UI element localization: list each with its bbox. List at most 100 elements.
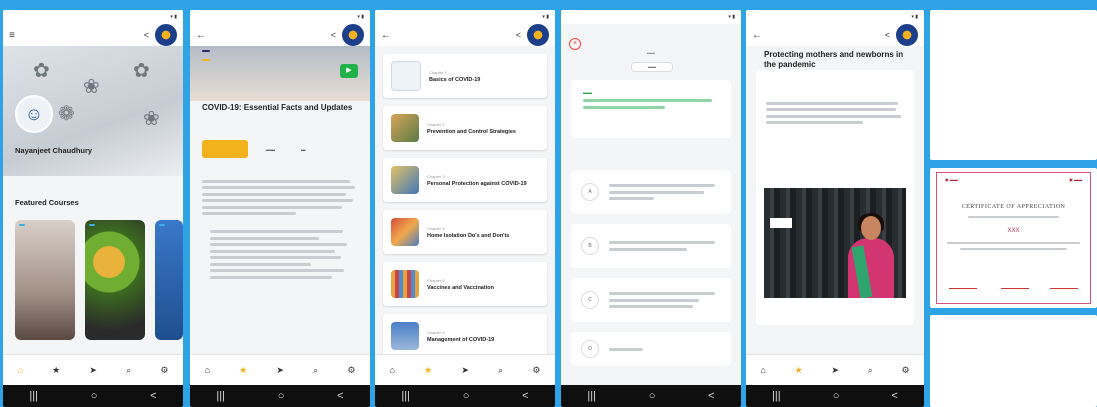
course-card[interactable] [85,220,145,340]
question-card: ▬▬ [571,80,731,138]
nav-settings[interactable]: ⚙ [347,365,355,375]
nav-settings[interactable]: ⚙ [532,365,540,375]
nav-home[interactable]: ⌂ [760,365,765,375]
back-icon[interactable]: < [708,390,714,402]
system-nav-bar: ||| ○ < [746,385,924,407]
home-circle-icon[interactable]: ○ [833,390,840,402]
home-circle-icon[interactable]: ○ [278,390,285,402]
nav-send[interactable]: ➤ [831,365,839,375]
nav-send[interactable]: ➤ [89,365,97,375]
nav-star[interactable]: ★ [795,365,803,375]
chapter-card[interactable]: Chapter 3 Personal Protection against COV… [383,158,547,202]
certificate-panel: ▣ ▬▬ ▣ ▬▬ CERTIFICATE OF APPRECIATION XXX [930,168,1097,308]
chapter-name: Basics of COVID-19 [429,76,481,83]
chapter-card[interactable]: Chapter 6 Management of COVID-19 [383,314,547,358]
lesson-video[interactable] [764,188,906,298]
course-title: COVID-19: Essential Facts and Updates [202,103,353,112]
chapter-card[interactable]: Chapter 5 Vaccines and Vaccination [383,262,547,306]
back-icon[interactable]: < [892,390,898,402]
home-circle-icon[interactable]: ○ [463,390,470,402]
back-arrow-icon[interactable]: ← [752,30,762,41]
back-arrow-icon[interactable]: ← [381,30,391,41]
chapter-card[interactable]: Chapter 4 Home Isolation Do's and Don'ts [383,210,547,254]
chapter-thumbnail [391,114,419,142]
star-icon: ★ [794,365,803,375]
tab-faq[interactable]: ▬ [293,143,314,156]
share-icon[interactable]: < [144,30,149,40]
featured-heading: Featured Courses [15,198,79,207]
answer-option[interactable]: B [571,224,731,268]
course-card[interactable] [155,220,183,340]
nav-star[interactable]: ★ [424,365,432,375]
nav-star[interactable]: ★ [239,365,247,375]
recents-icon[interactable]: ||| [29,390,38,402]
answer-option[interactable]: A [571,170,731,214]
flower-icon: ❀ [83,76,100,98]
back-arrow-icon[interactable]: ← [196,30,206,41]
flower-icon: ✿ [133,60,150,82]
share-icon[interactable]: < [331,30,336,40]
lesson-text [766,98,904,128]
send-icon: ➤ [461,365,469,375]
back-icon[interactable]: < [150,390,156,402]
question-counter: ▬▬ [631,62,673,72]
home-circle-icon[interactable]: ○ [91,390,98,402]
nav-settings[interactable]: ⚙ [901,365,909,375]
course-card[interactable] [15,220,75,340]
status-icons: ▾ ▮ [170,14,177,20]
course-tabs: ▬▬ ▬ [190,114,370,166]
nav-send[interactable]: ➤ [276,365,284,375]
recents-icon[interactable]: ||| [587,390,596,402]
blank-area [930,10,1097,160]
app-bar: ≡ < [3,24,183,46]
share-icon[interactable]: < [885,30,890,40]
recents-icon[interactable]: ||| [401,390,410,402]
back-icon[interactable]: < [337,390,343,402]
avatar[interactable]: ☺ [15,95,53,133]
nav-search[interactable]: ⌕ [313,365,318,375]
recents-icon[interactable]: ||| [772,390,781,402]
chapter-label: Chapter 1 [429,69,447,75]
system-nav-bar: ||| ○ < [561,385,741,407]
chapter-label: Chapter 4 [427,225,445,231]
nav-settings[interactable]: ⚙ [160,365,168,375]
chapter-label: Chapter 5 [427,277,445,283]
app-logo [342,24,364,46]
chapter-card[interactable]: Chapter 2 Prevention and Control Strategi… [383,106,547,150]
answer-option[interactable]: D [571,332,731,366]
play-button[interactable]: ▶ [340,64,358,78]
signature [949,288,977,291]
status-bar: ▾ ▮ [190,10,370,24]
chapter-name: Management of COVID-19 [427,336,495,343]
nav-search[interactable]: ⌕ [868,365,873,375]
nav-search[interactable]: ⌕ [126,365,131,375]
settings-icon: ⚙ [347,365,356,375]
nav-home[interactable]: ⌂ [18,365,23,375]
bottom-nav: ⌂ ★ ➤ ⌕ ⚙ [375,354,555,385]
menu-icon[interactable]: ≡ [9,30,15,41]
answer-option[interactable]: C [571,278,731,322]
recents-icon[interactable]: ||| [216,390,225,402]
nav-star[interactable]: ★ [52,365,60,375]
video-watermark [770,218,792,228]
app-bar: ← < [746,24,924,46]
search-icon: ⌕ [313,365,319,375]
settings-icon: ⚙ [160,365,169,375]
nav-search[interactable]: ⌕ [498,365,503,375]
certificate-title: CERTIFICATE OF APPRECIATION [961,204,1066,210]
app-logo [527,24,549,46]
nav-home[interactable]: ⌂ [390,365,395,375]
tab-chapters[interactable]: ▬▬ [258,143,283,156]
chapter-card[interactable]: Chapter 1 Basics of COVID-19 [383,54,547,98]
chapter-name: Home Isolation Do's and Don'ts [427,232,510,239]
back-icon[interactable]: < [522,390,528,402]
home-circle-icon[interactable]: ○ [649,390,656,402]
nav-home[interactable]: ⌂ [205,365,210,375]
tab-overview[interactable] [202,140,248,158]
app-logo [896,24,918,46]
screen-course-detail: ▾ ▮ ← < ▶ COVID-19: Essential Facts and … [190,10,370,407]
user-name: Nayanjeet Chaudhury [15,146,93,155]
share-icon[interactable]: < [516,30,521,40]
close-icon[interactable]: × [569,38,581,50]
nav-send[interactable]: ➤ [461,365,469,375]
